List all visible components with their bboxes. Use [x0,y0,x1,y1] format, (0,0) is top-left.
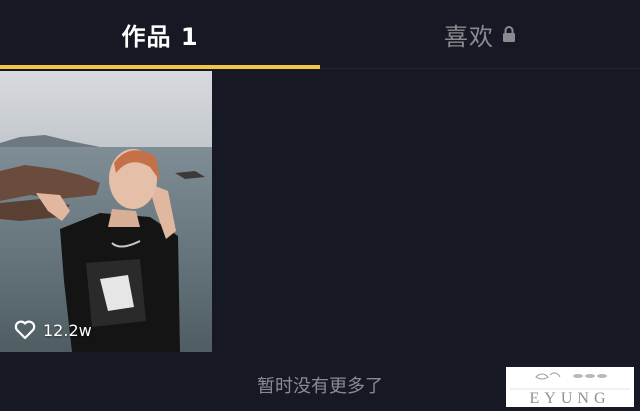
video-thumbnail [0,71,212,352]
watermark-logo: EYUNG [506,367,634,407]
video-card[interactable]: 12.2w [0,71,212,352]
svg-text:EYUNG: EYUNG [530,390,611,407]
like-row: 12.2w [14,320,92,340]
heart-icon [14,320,36,340]
lock-icon [502,25,516,43]
tab-likes[interactable]: 喜欢 [320,0,640,68]
tab-works[interactable]: 作品 1 [0,0,320,68]
tab-works-label: 作品 1 [121,22,199,51]
like-count: 12.2w [43,320,92,340]
profile-content: 作品 1 喜欢 12.2w 暂时没有更多了 EYUNG [0,0,640,411]
video-grid: 12.2w [0,71,640,352]
active-tab-indicator [0,65,320,69]
content-tabs: 作品 1 喜欢 [0,0,640,69]
tab-likes-label: 喜欢 [444,22,494,51]
